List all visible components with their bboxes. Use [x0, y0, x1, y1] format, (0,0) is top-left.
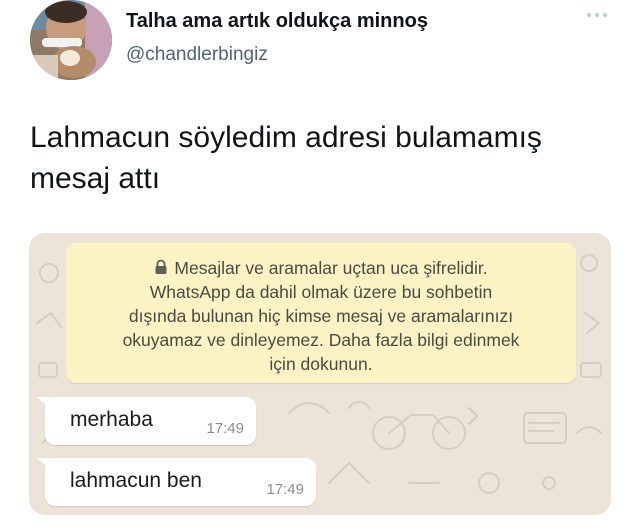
bubble-tail — [37, 397, 51, 409]
message-bubble[interactable]: lahmacun ben 17:49 — [37, 458, 316, 506]
message-time: 17:49 — [206, 420, 244, 437]
display-name[interactable]: Talha ama artık oldukça minnoş — [126, 10, 428, 33]
message-time: 17:49 — [266, 481, 304, 498]
notice-line: için dokunun. — [269, 354, 373, 374]
notice-line: dışında bulunan hiç kimse mesaj ve arama… — [128, 306, 514, 326]
message-text: lahmacun ben — [70, 469, 202, 492]
tweet-text-line: Lahmacun söyledim adresi bulamamış — [30, 121, 542, 154]
avatar[interactable] — [30, 0, 112, 80]
message-text: merhaba — [70, 408, 153, 431]
tweet-card: Talha ama artık oldukça minnoş @chandler… — [0, 0, 640, 530]
attached-screenshot[interactable]: Mesajlar ve aramalar uçtan uca şifrelidi… — [29, 233, 611, 515]
user-handle[interactable]: @chandlerbingiz — [126, 44, 268, 66]
lock-icon — [155, 259, 167, 274]
more-dots-icon[interactable] — [584, 8, 610, 22]
tweet-text: Lahmacun söyledim adresi bulamamış mesaj… — [30, 117, 620, 199]
tweet-text-line: mesaj attı — [30, 162, 161, 195]
message-bubble[interactable]: merhaba 17:49 — [37, 397, 256, 445]
notice-line: WhatsApp da dahil olmak üzere bu sohbeti… — [149, 282, 493, 302]
encryption-notice[interactable]: Mesajlar ve aramalar uçtan uca şifrelidi… — [66, 243, 576, 383]
notice-line: Mesajlar ve aramalar uçtan uca şifrelidi… — [66, 256, 576, 280]
bubble-tail — [37, 458, 51, 470]
notice-line: okuyamaz ve dinleyemez. Daha fazla bilgi… — [122, 330, 520, 350]
notice-text: Mesajlar ve aramalar uçtan uca şifrelidi… — [174, 258, 488, 278]
